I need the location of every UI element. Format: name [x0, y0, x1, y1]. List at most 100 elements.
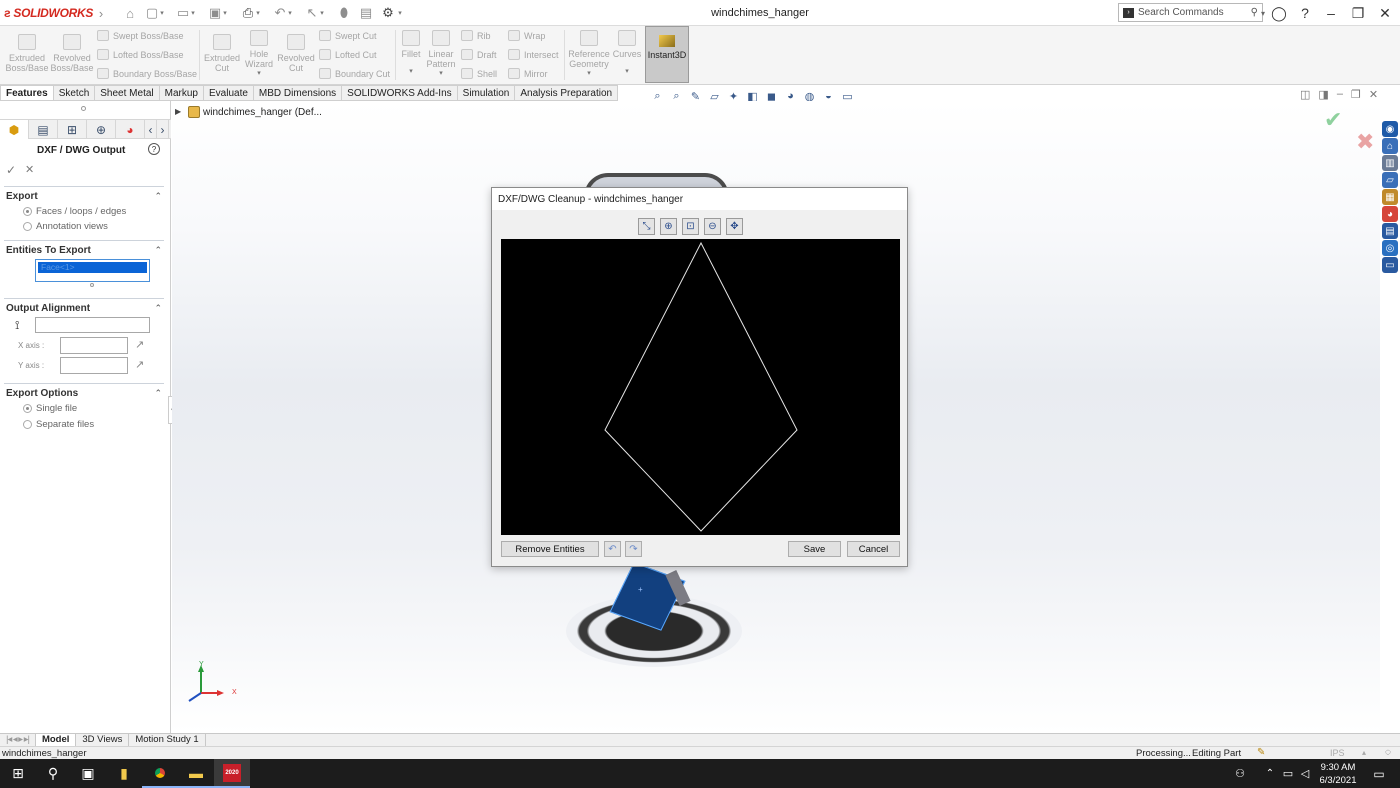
design-library-home-icon[interactable]: ⌂	[1382, 138, 1398, 154]
draft-button[interactable]: Draft	[461, 49, 497, 60]
file-explorer-icon[interactable]: ▬	[178, 759, 214, 788]
clock-time[interactable]: 9:30 AM	[1318, 762, 1358, 773]
tab-sheet-metal[interactable]: Sheet Metal	[95, 85, 160, 101]
diamond-outline[interactable]	[604, 241, 798, 532]
zoom-out-icon[interactable]: ⊖	[704, 218, 721, 235]
new-dropdown-icon[interactable]: ▾	[158, 5, 166, 21]
markup-comments-icon[interactable]: ▭	[1382, 257, 1398, 273]
notifications-icon[interactable]: ▭	[1364, 759, 1394, 788]
collapse-chevron-icon[interactable]: ⌃	[154, 388, 162, 399]
radio-button[interactable]	[23, 207, 32, 216]
extruded-boss-button[interactable]: Extruded Boss/Base	[6, 34, 49, 73]
tab-sketch[interactable]: Sketch	[53, 85, 96, 101]
doc-restore-icon[interactable]: ❐	[1351, 88, 1361, 101]
design-library-icon[interactable]: ▥	[1382, 155, 1398, 171]
ok-check-icon[interactable]: ✓	[6, 163, 16, 177]
shell-button[interactable]: Shell	[461, 68, 497, 79]
single-file-option[interactable]: Single file	[23, 403, 77, 414]
radio-button[interactable]	[23, 222, 32, 231]
dimxpert-manager-tab-icon[interactable]: ⊕	[87, 120, 116, 139]
swept-cut-button[interactable]: Swept Cut	[319, 30, 377, 41]
boundary-cut-button[interactable]: Boundary Cut	[319, 68, 390, 79]
rib-button[interactable]: Rib	[461, 30, 491, 41]
zoom-in-icon[interactable]: ⊕	[660, 218, 677, 235]
doc-minimize-icon[interactable]: –	[1337, 88, 1343, 101]
intersect-button[interactable]: Intersect	[508, 49, 559, 60]
windows-start-icon[interactable]: ⊞	[0, 759, 36, 788]
network-icon[interactable]: ▭	[1280, 759, 1296, 788]
solidworks-resources-icon[interactable]: ◉	[1382, 121, 1398, 137]
tabs-scroll-left-icon[interactable]: ‹	[145, 120, 157, 139]
taskbar-search-icon[interactable]: ⚲	[35, 759, 71, 788]
customize-status-icon[interactable]: ◌	[1385, 747, 1391, 758]
revolved-cut-button[interactable]: Revolved Cut	[277, 34, 315, 73]
solidworks-logo[interactable]: ƨ SOLIDWORKS	[4, 5, 93, 21]
tab-features[interactable]: Features	[0, 85, 54, 101]
tab-analysis-preparation[interactable]: Analysis Preparation	[515, 85, 619, 101]
separate-files-option[interactable]: Separate files	[23, 419, 94, 430]
radio-button[interactable]	[23, 420, 32, 429]
extruded-cut-button[interactable]: Extruded Cut	[203, 34, 241, 73]
doc-close-icon[interactable]: ✕	[1369, 88, 1378, 101]
restore-icon[interactable]: ❐	[1347, 3, 1369, 23]
file-explorer-icon[interactable]: ▱	[1382, 172, 1398, 188]
rebuild-icon[interactable]: ⬮	[335, 5, 353, 21]
instant3d-button[interactable]: Instant3D	[645, 26, 689, 83]
revolved-boss-button[interactable]: Revolved Boss/Base	[51, 34, 94, 73]
redo-icon[interactable]: ↷	[625, 541, 642, 557]
entities-selection-box[interactable]: Face<1>	[35, 259, 150, 282]
panel-collapse-handle-icon[interactable]	[81, 106, 86, 111]
help-icon[interactable]: ?	[1294, 3, 1316, 23]
show-hidden-icons-chevron-icon[interactable]: ⌃	[1262, 759, 1278, 788]
solidworks-taskbar-icon[interactable]: 2020	[214, 759, 250, 788]
wrap-button[interactable]: Wrap	[508, 30, 545, 41]
tab-solidworks-add-ins[interactable]: SOLIDWORKS Add-Ins	[342, 85, 458, 101]
cleanup-preview-canvas[interactable]	[501, 239, 900, 535]
rebuild-status-icon[interactable]: ✎	[1257, 747, 1265, 758]
minimize-icon[interactable]: –	[1320, 3, 1342, 23]
save-button[interactable]: Save	[788, 541, 841, 557]
zoom-to-area-icon[interactable]: ⊡	[682, 218, 699, 235]
curves-dropdown-icon[interactable]: ▾	[625, 67, 629, 77]
print-dropdown-icon[interactable]: ▾	[254, 5, 262, 21]
configuration-manager-tab-icon[interactable]: ⊞	[58, 120, 87, 139]
reference-geometry-dropdown-icon[interactable]: ▾	[587, 69, 591, 79]
tab-3d-views[interactable]: 3D Views	[76, 734, 130, 746]
export-annotation-option[interactable]: Annotation views	[23, 221, 108, 232]
volume-icon[interactable]: ◁	[1297, 759, 1313, 788]
reverse-direction-icon[interactable]: ↗	[135, 358, 144, 371]
curves-button[interactable]: Curves ▾	[612, 30, 642, 77]
radio-button[interactable]	[23, 404, 32, 413]
x-axis-field[interactable]	[60, 337, 128, 354]
hole-wizard-button[interactable]: Hole Wizard ▾	[242, 30, 276, 79]
undo-dropdown-icon[interactable]: ▾	[286, 5, 294, 21]
tile-vertical-icon[interactable]: ◨	[1318, 88, 1328, 101]
hole-wizard-dropdown-icon[interactable]: ▾	[257, 69, 261, 79]
home-icon[interactable]: ⌂	[121, 5, 139, 21]
solidworks-forum-icon[interactable]: ◎	[1382, 240, 1398, 256]
tab-markup[interactable]: Markup	[159, 85, 204, 101]
confirm-ok-icon[interactable]: ✔	[1324, 107, 1342, 133]
feature-manager-tab-icon[interactable]: ⬢	[0, 120, 29, 139]
tab-motion-study-1[interactable]: Motion Study 1	[129, 734, 206, 746]
linear-pattern-button[interactable]: Linear Pattern ▾	[425, 30, 457, 79]
units-indicator[interactable]: IPS	[1330, 748, 1345, 758]
tree-expand-chevron-icon[interactable]: ▶	[175, 107, 181, 116]
people-icon[interactable]: ⚇	[1228, 759, 1252, 788]
zoom-to-fit-icon[interactable]: ⤡	[638, 218, 655, 235]
pan-icon[interactable]: ✥	[726, 218, 743, 235]
cancel-x-icon[interactable]: ✕	[25, 163, 34, 176]
clock-date[interactable]: 6/3/2021	[1316, 775, 1360, 786]
view-palette-icon[interactable]: ▦	[1382, 189, 1398, 205]
remove-entities-button[interactable]: Remove Entities	[501, 541, 599, 557]
reference-geometry-button[interactable]: Reference Geometry ▾	[567, 30, 611, 79]
tab-scroll-arrows-icon[interactable]: |◂ ◂ ▸ ▸|	[0, 734, 36, 746]
options-dropdown-icon[interactable]: ▾	[396, 5, 404, 21]
export-faces-option[interactable]: Faces / loops / edges	[23, 206, 126, 217]
property-manager-tab-icon[interactable]: ▤	[29, 120, 58, 139]
units-dropdown-icon[interactable]: ▴	[1362, 748, 1366, 757]
task-view-icon[interactable]: ▣	[70, 759, 106, 788]
mirror-button[interactable]: Mirror	[508, 68, 548, 79]
confirm-cancel-icon[interactable]: ✖	[1356, 129, 1374, 155]
chrome-icon[interactable]	[142, 759, 178, 788]
